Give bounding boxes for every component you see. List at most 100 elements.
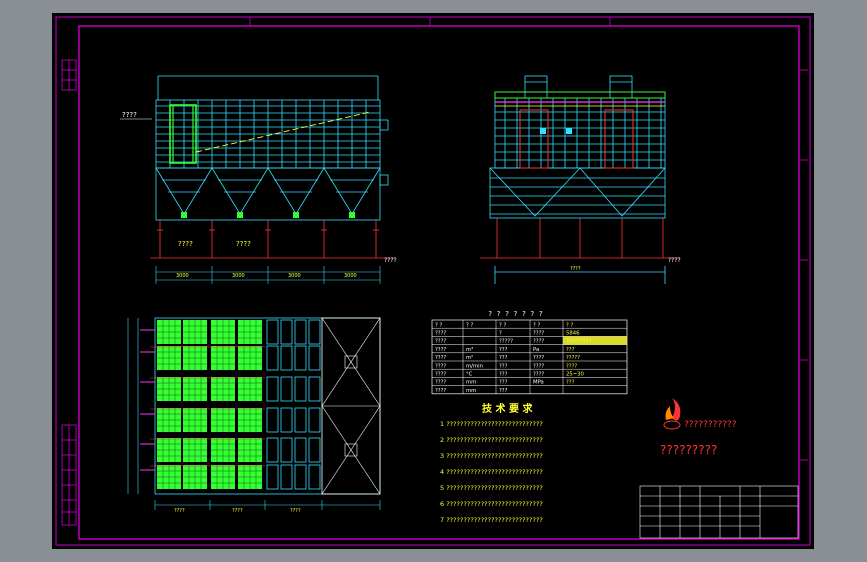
hopper-valve [181,212,187,218]
hopper-valve [237,212,243,218]
side-hopper [489,167,581,217]
table-cell: Pa [533,347,539,353]
table-cell: m/min [466,363,483,369]
table-cell: ???? [533,363,544,369]
cell-box [266,345,279,371]
inlet-pipe [195,111,371,153]
cell-box [266,464,279,490]
table-cell: m² [466,354,473,361]
plan-view: ???? ???? ???? [127,317,381,514]
cell-box [294,437,307,463]
cell-box [294,319,307,345]
front-dim-2: 3000 [232,273,245,279]
cad-drawing: ???? ???? ???? ???? 3000 3000 3000 3000 [55,16,811,546]
cell-box [294,376,307,402]
logo-text-top: ??????????? [684,420,737,430]
tech-note-line: 5 ???????????????????????????? [440,484,543,492]
elevation-height-label: ???? [122,111,137,119]
table-cell: ??? [499,388,508,394]
hopper-outline [211,167,269,215]
cell-box [294,464,307,490]
plan-dim-1: ???? [174,508,185,514]
table-cell: ????? [499,339,513,345]
cell-box [308,437,321,463]
cell-box [280,437,293,463]
cad-viewport[interactable]: ???? ???? ???? ???? 3000 3000 3000 3000 [0,0,867,562]
front-note-2: ???? [236,240,251,248]
side-dim-label: ???? [570,266,581,272]
tech-note-line: 2 ???????????????????????????? [440,436,543,444]
table-cell: ???? [435,363,446,369]
cell-box [308,464,321,490]
table-cell: ???? [435,355,446,361]
cell-box [280,464,293,490]
cell-box [280,319,293,345]
plan-dim-2: ???? [232,508,243,514]
tech-note-line: 7 ???????????????????????????? [440,516,543,524]
tech-note-line: 1 ???????????????????????????? [440,420,543,428]
table-frame [431,319,628,395]
side-elevation [480,75,680,284]
front-dim-4: 3000 [344,273,357,279]
title-block [639,485,799,539]
cell-box [266,437,279,463]
table-cell: ? ? [435,322,442,328]
table-cell: mm [466,388,476,394]
cell-box [280,345,293,371]
cell-box [266,319,279,345]
company-logo [663,398,681,430]
table-cell: ? ? [499,322,506,328]
hopper-outline [267,167,325,215]
table-cell: ??? [566,380,575,386]
table-cell: ???? [566,363,577,369]
logo-text-main: ????????? [660,443,717,457]
table-cell: ???? [435,388,446,394]
table-cell: ??? [499,380,508,386]
table-cell: ? ? [566,322,573,328]
cell-box [294,345,307,371]
table-cell: ??? [566,347,575,353]
table-cell: ???? [533,355,544,361]
hopper-outline [323,167,381,215]
table-cell: ???? [435,347,446,353]
table-cell: ???? [533,331,544,337]
right-margin-ticks [799,69,808,461]
front-elevation [150,75,395,259]
side-floor-label: ???? [668,257,681,264]
inner-border [78,25,800,540]
cell-box [266,407,279,433]
table-cell: ???? [435,380,446,386]
table-cell: °C [466,372,473,378]
side-hopper [579,167,666,217]
table-cell: ???? [533,372,544,378]
hopper-valve [349,212,355,218]
table-highlight [563,336,627,345]
table-cell: ???? [435,372,446,378]
table-cell: ???? [435,339,446,345]
table-cell: m³ [466,346,473,353]
cell-box [280,376,293,402]
table-cell: ???? [533,339,544,345]
cell-box [280,407,293,433]
tech-notes: 1 ???????????????????????????? 2 ????????… [440,420,543,524]
plan-dim-3: ???? [290,508,301,514]
cell-box [266,376,279,402]
hopper-outline [155,167,213,215]
table-cell: MPa [533,380,544,386]
left-margin-table [61,59,77,526]
table-cell: ? [499,331,502,337]
table-cell: 25~30 [566,372,585,378]
front-dim-3: 3000 [288,273,301,279]
param-table-title: ? ? ? ? ? ? ? [488,310,543,318]
tech-note-line: 3 ???????????????????????????? [440,452,543,460]
cell-box [308,345,321,371]
table-cell: ????? [566,355,580,361]
tech-note-line: 6 ???????????????????????????? [440,500,543,508]
table-cell: mm [466,380,476,386]
table-cell: ???? [435,331,446,337]
table-cell: ? ? [466,322,473,328]
cell-box [308,407,321,433]
table-cell: ??? [499,372,508,378]
table-cell: ??? [499,363,508,369]
hopper-valve [293,212,299,218]
